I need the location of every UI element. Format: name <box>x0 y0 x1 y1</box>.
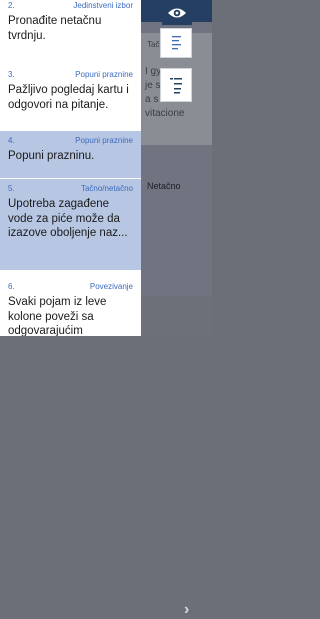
question-item-2[interactable]: 2. Jedinstveni izbor Pronađite netačnu t… <box>0 0 141 65</box>
netacno-option: Netačno <box>147 181 181 191</box>
question-item-6[interactable]: 6. Povezivanje Svaki pojam iz leve kolon… <box>0 277 141 336</box>
background-text: je s <box>145 80 161 91</box>
question-number: 4. <box>8 136 15 145</box>
question-list-button[interactable] <box>160 68 192 102</box>
background-text: a s <box>145 94 159 105</box>
question-item-4[interactable]: 4. Popuni praznine Popuni prazninu. <box>0 131 141 178</box>
eye-icon <box>168 8 186 17</box>
question-number: 2. <box>8 1 15 10</box>
question-item-3[interactable]: 3. Popuni praznine Pažljivo pogledaj kar… <box>0 65 141 131</box>
preview-toggle-button[interactable] <box>162 0 192 25</box>
outline-list-icon <box>172 36 181 50</box>
question-type: Popuni praznine <box>75 70 133 79</box>
question-type: Povezivanje <box>89 282 133 291</box>
question-text: Svaki pojam iz leve kolone poveži sa odg… <box>8 296 107 336</box>
background-text: I gy <box>145 66 162 77</box>
question-type: Jedinstveni izbor <box>73 1 133 10</box>
question-type: Popuni praznine <box>75 136 133 145</box>
question-text: Upotreba zagađene vode za piće može da i… <box>8 198 128 239</box>
question-list-drawer: 2. Jedinstveni izbor Pronađite netačnu t… <box>0 0 141 336</box>
list-icon <box>170 78 182 94</box>
question-number: 3. <box>8 70 15 79</box>
question-text: Pronađite netačnu tvrdnju. <box>8 15 102 42</box>
question-number: 6. <box>8 282 15 291</box>
background-text: vitacione <box>145 108 185 119</box>
question-text: Pažljivo pogledaj kartu i odgovori na pi… <box>8 84 129 111</box>
question-number: 5. <box>8 184 15 193</box>
question-item-5[interactable]: 5. Tačno/netačno Upotreba zagađene vode … <box>0 179 141 270</box>
outline-view-button[interactable] <box>160 28 192 58</box>
next-arrow-icon: › <box>184 601 190 618</box>
question-text: Popuni prazninu. <box>8 150 95 162</box>
question-type: Tačno/netačno <box>80 184 133 193</box>
